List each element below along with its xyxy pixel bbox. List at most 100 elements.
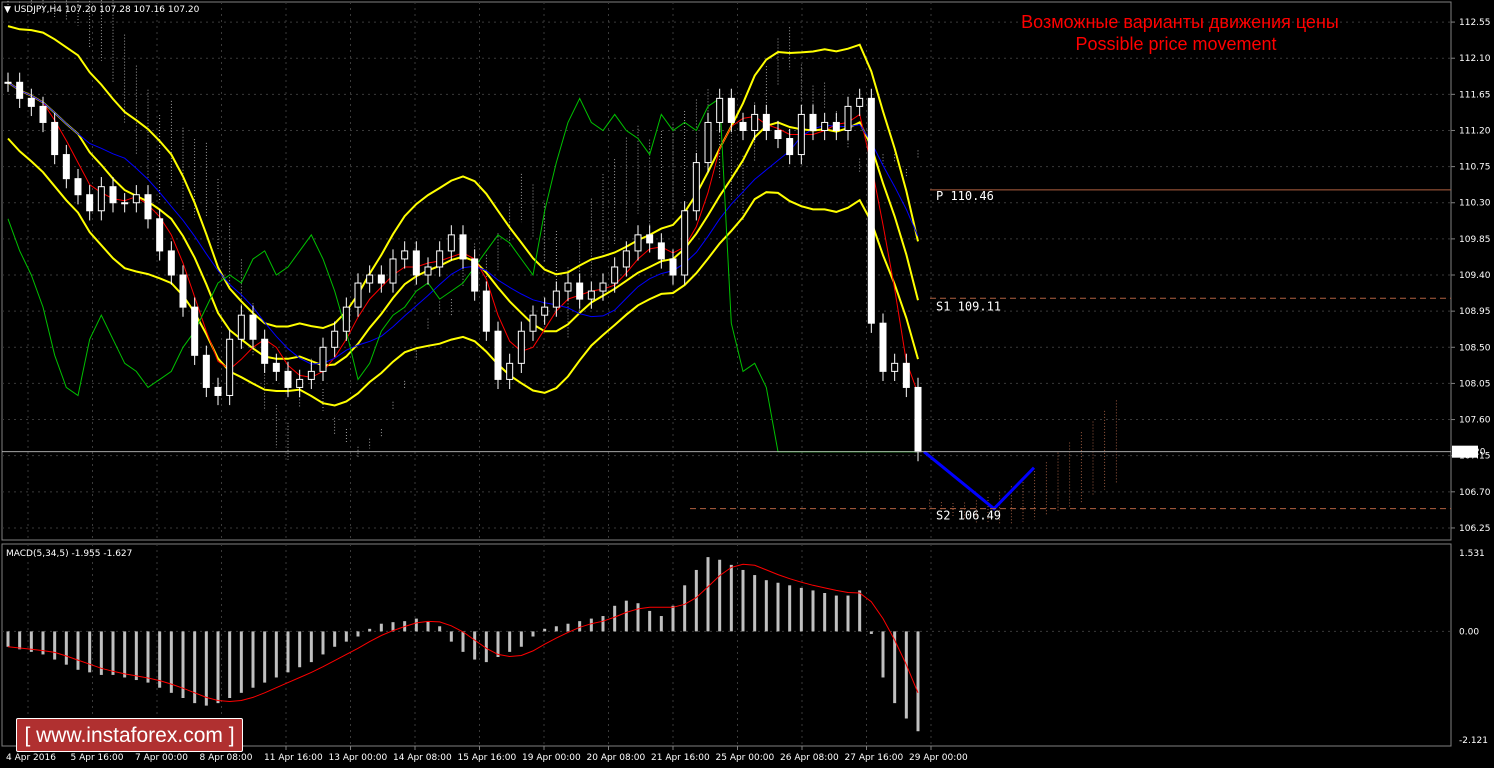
candle-body	[86, 194, 94, 212]
candle-body	[389, 258, 397, 284]
y-tick-label: 107.60	[1459, 416, 1491, 426]
forecast-path	[923, 450, 1036, 511]
x-tick-label: 13 Apr 00:00	[329, 753, 388, 763]
candle-body	[377, 274, 385, 284]
candle-body	[891, 362, 899, 372]
candle-body	[331, 330, 339, 348]
candle-body	[471, 258, 479, 292]
indicator-lines	[7, 25, 1036, 511]
candle-body	[366, 274, 374, 284]
candle-body	[179, 274, 187, 308]
y-tick-label: 108.50	[1459, 343, 1491, 353]
candle-body	[622, 250, 630, 268]
candle-body	[529, 314, 537, 332]
macd-histogram	[2, 557, 1451, 732]
x-tick-label: 29 Apr 00:00	[909, 753, 968, 763]
candle-body	[879, 322, 887, 372]
macd-header: MACD(5,34,5) -1.955 -1.627	[6, 549, 132, 559]
candle-body	[657, 242, 665, 260]
candle-body	[669, 258, 677, 276]
candle-body	[692, 162, 700, 212]
candle-body	[587, 290, 595, 300]
candle-body	[354, 282, 362, 308]
x-tick-label: 11 Apr 16:00	[264, 753, 323, 763]
candle-body	[412, 250, 420, 276]
candle-body	[4, 81, 12, 84]
price-chart[interactable]: P 110.46 S1 109.11 S2 106.49 112.55 112.10 1…	[0, 0, 1494, 768]
candle-body	[436, 250, 444, 268]
candle-body	[786, 138, 794, 156]
x-tick-label: 7 Apr 00:00	[135, 753, 188, 763]
candle-body	[459, 234, 467, 260]
candle-body	[517, 330, 525, 364]
candle-body	[342, 306, 350, 332]
candle-body	[62, 154, 70, 180]
candle-body	[867, 97, 875, 324]
candle-body	[249, 314, 257, 340]
candle-body	[424, 266, 432, 276]
level-label: S2 106.49	[936, 509, 1001, 523]
x-tick-label: 21 Apr 16:00	[651, 753, 710, 763]
candle-body	[739, 121, 747, 131]
candle-body	[727, 97, 735, 123]
candle-body	[121, 202, 129, 205]
candle-body	[774, 129, 782, 140]
candle-body	[296, 378, 304, 388]
candle-body	[202, 354, 210, 388]
candle-body	[646, 234, 654, 244]
bollinger-lower	[7, 137, 919, 407]
candle-body	[167, 250, 175, 276]
y-tick-label: 106.70	[1459, 488, 1491, 498]
y-tick-label: 111.65	[1459, 90, 1491, 100]
macd-y-tick-label: -2.121	[1459, 736, 1488, 746]
candle-body	[856, 97, 864, 107]
y-tick-label: 112.10	[1459, 54, 1491, 64]
x-tick-label: 25 Apr 00:00	[716, 753, 775, 763]
x-tick-label: 5 Apr 16:00	[71, 753, 124, 763]
candle-body	[16, 81, 24, 99]
candle-body	[552, 290, 560, 308]
macd-y-tick-label: 0.00	[1459, 627, 1479, 637]
y-tick-label: 110.30	[1459, 199, 1491, 209]
candle-body	[809, 113, 817, 131]
candle-body	[611, 266, 619, 284]
x-tick-label: 8 Apr 08:00	[200, 753, 253, 763]
candle-body	[51, 121, 59, 156]
candle-body	[237, 314, 245, 340]
candle-body	[97, 186, 105, 212]
candle-body	[832, 121, 840, 131]
candle-body	[914, 386, 922, 453]
chikou-line	[7, 97, 918, 453]
candle-body	[109, 186, 117, 204]
candle-body	[144, 194, 152, 220]
title-ru: Возможные варианты движения цены	[1021, 12, 1339, 32]
x-tick-label: 4 Apr 2016	[6, 753, 56, 763]
candle-body	[599, 282, 607, 292]
bollinger-middle	[7, 81, 919, 367]
y-tick-label: 109.85	[1459, 235, 1491, 245]
candle-body	[494, 330, 502, 380]
candle-body	[541, 306, 549, 316]
level-label: S1 109.11	[936, 299, 1001, 313]
candle-body	[401, 250, 409, 260]
x-tick-label: 27 Apr 16:00	[845, 753, 904, 763]
current-price-label: 107.20	[1454, 448, 1486, 458]
candle-body	[27, 97, 35, 107]
chart-menu-icon[interactable]: ▼	[4, 5, 11, 15]
watermark: [ www.instaforex.com ]	[16, 718, 243, 752]
candle-body	[74, 178, 82, 196]
y-tick-label: 111.20	[1459, 126, 1491, 136]
y-tick-label: 108.95	[1459, 307, 1491, 317]
candle-body	[762, 113, 770, 131]
macd-y-tick-label: 1.531	[1459, 549, 1485, 559]
candle-body	[261, 338, 269, 364]
y-tick-label: 110.75	[1459, 163, 1491, 173]
candle-body	[156, 218, 164, 252]
symbol-header: USDJPY,H4 107.20 107.28 107.16 107.20	[14, 5, 200, 15]
x-tick-label: 26 Apr 08:00	[780, 753, 839, 763]
candle-body	[704, 121, 712, 164]
candle-body	[797, 113, 805, 156]
candle-body	[39, 105, 47, 123]
candle-body	[307, 370, 315, 380]
x-tick-label: 19 Apr 00:00	[522, 753, 581, 763]
